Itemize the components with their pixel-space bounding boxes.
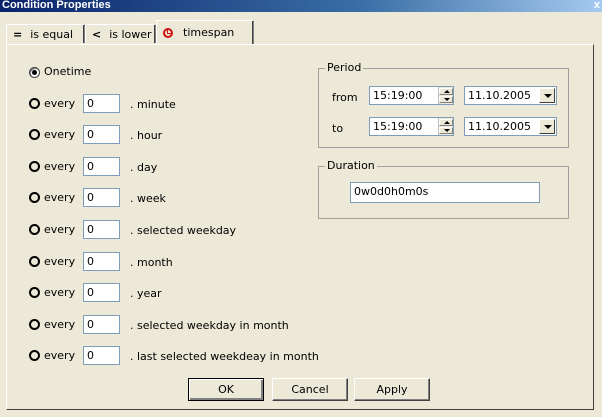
clock-icon bbox=[163, 27, 173, 38]
chevron-down-icon[interactable] bbox=[539, 119, 555, 134]
unit-label: . selected weekday bbox=[130, 224, 237, 237]
period-group: Period bbox=[318, 61, 569, 148]
to-time-spinner[interactable] bbox=[438, 118, 453, 135]
unit-label: . day bbox=[130, 161, 158, 174]
every-hour-radio[interactable] bbox=[29, 129, 40, 140]
from-time-spinner[interactable] bbox=[438, 87, 453, 104]
hour-input[interactable]: 0 bbox=[83, 125, 120, 144]
tab-label: timespan bbox=[183, 26, 235, 39]
selected-weekday-in-month-input[interactable]: 0 bbox=[83, 315, 120, 334]
onetime-radio[interactable] bbox=[29, 67, 40, 78]
duration-field[interactable]: 0w0d0h0m0s bbox=[350, 182, 540, 203]
period-title: Period bbox=[325, 61, 364, 74]
tab-label: is lower bbox=[109, 27, 152, 41]
ok-button[interactable]: OK bbox=[188, 378, 264, 401]
unit-label: . selected weekday in month bbox=[130, 319, 289, 332]
window-title: Condition Properties bbox=[2, 0, 111, 11]
less-than-icon: < bbox=[92, 27, 102, 41]
chevron-down-icon[interactable] bbox=[539, 88, 555, 103]
duration-title: Duration bbox=[325, 159, 377, 172]
every-selected-weekday-radio[interactable] bbox=[29, 224, 40, 235]
spin-up-icon[interactable] bbox=[439, 119, 453, 126]
unit-label: . year bbox=[130, 287, 162, 300]
tab-label: is equal bbox=[30, 27, 74, 41]
cancel-button[interactable]: Cancel bbox=[272, 378, 348, 401]
every-month-radio[interactable] bbox=[29, 256, 40, 267]
spin-down-icon[interactable] bbox=[439, 96, 453, 103]
unit-label: . month bbox=[130, 256, 173, 269]
spin-down-icon[interactable] bbox=[439, 127, 453, 134]
every-last-selected-weekday-radio[interactable] bbox=[29, 350, 40, 361]
tab-timespan[interactable]: timespan bbox=[156, 20, 254, 44]
tab-is-equal[interactable]: = is equal bbox=[6, 24, 85, 43]
every-week-radio[interactable] bbox=[29, 192, 40, 203]
every-label: every bbox=[44, 318, 76, 331]
every-selected-weekday-in-month-radio[interactable] bbox=[29, 319, 40, 330]
every-label: every bbox=[44, 349, 76, 362]
every-label: every bbox=[44, 97, 76, 110]
close-icon[interactable]: x bbox=[594, 0, 600, 11]
last-selected-weekday-input[interactable]: 0 bbox=[83, 346, 120, 365]
equals-icon: = bbox=[13, 27, 23, 41]
unit-label: . week bbox=[130, 192, 166, 205]
to-label: to bbox=[332, 122, 344, 135]
month-input[interactable]: 0 bbox=[83, 252, 120, 271]
day-input[interactable]: 0 bbox=[83, 157, 120, 176]
unit-label: . minute bbox=[130, 98, 176, 111]
every-label: every bbox=[44, 255, 76, 268]
unit-label: . hour bbox=[130, 129, 163, 142]
selected-weekday-input[interactable]: 0 bbox=[83, 220, 120, 239]
tab-is-lower[interactable]: < is lower bbox=[85, 24, 156, 43]
from-label: from bbox=[332, 91, 358, 104]
every-label: every bbox=[44, 191, 76, 204]
every-year-radio[interactable] bbox=[29, 287, 40, 298]
minute-input[interactable]: 0 bbox=[83, 94, 120, 113]
year-input[interactable]: 0 bbox=[83, 283, 120, 302]
every-minute-radio[interactable] bbox=[29, 98, 40, 109]
every-day-radio[interactable] bbox=[29, 161, 40, 172]
every-label: every bbox=[44, 160, 76, 173]
title-bar: Condition Properties x bbox=[0, 0, 602, 12]
unit-label: . last selected weekdeay in month bbox=[130, 350, 319, 363]
every-label: every bbox=[44, 128, 76, 141]
spin-up-icon[interactable] bbox=[439, 88, 453, 95]
every-label: every bbox=[44, 223, 76, 236]
every-label: every bbox=[44, 286, 76, 299]
week-input[interactable]: 0 bbox=[83, 188, 120, 207]
apply-button[interactable]: Apply bbox=[354, 378, 430, 401]
onetime-label: Onetime bbox=[44, 65, 92, 78]
